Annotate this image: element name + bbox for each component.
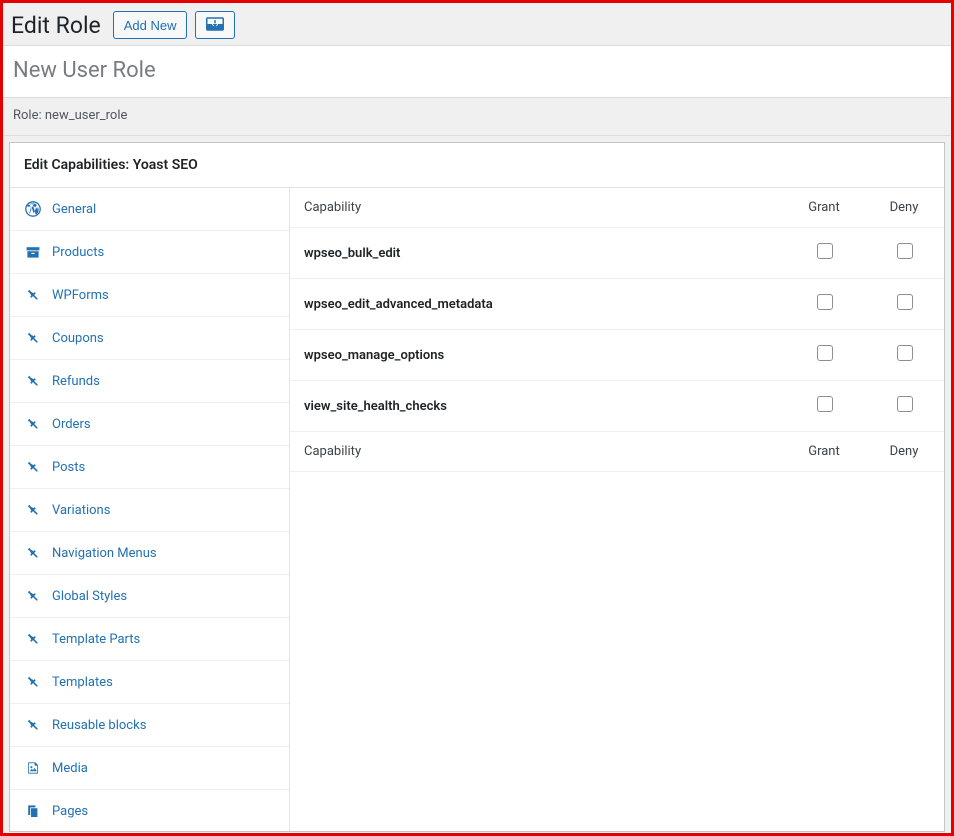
add-new-button[interactable]: Add New — [113, 11, 188, 39]
deny-checkbox[interactable] — [897, 294, 913, 310]
archive-icon — [24, 243, 42, 261]
pin-icon — [24, 673, 42, 691]
table-row: view_site_health_checks — [290, 381, 944, 432]
col-deny-footer: Deny — [864, 432, 944, 472]
app-frame: Edit Role Add New New User Role Role: ne… — [0, 0, 954, 836]
capability-name: wpseo_edit_advanced_metadata — [290, 279, 784, 330]
page-title: Edit Role — [11, 12, 101, 39]
sidebar-item-label: Coupons — [52, 331, 104, 346]
sidebar-item-global-styles[interactable]: Global Styles — [10, 575, 289, 618]
pin-icon — [24, 372, 42, 390]
pin-icon — [24, 501, 42, 519]
sidebar-item-variations[interactable]: Variations — [10, 489, 289, 532]
pin-icon — [24, 630, 42, 648]
capability-group-sidebar: General Products WPForms Coupons Refunds Orde… — [10, 188, 290, 831]
role-slug-label: Role: — [13, 108, 42, 123]
sidebar-item-label: Variations — [52, 503, 110, 518]
grant-checkbox[interactable] — [817, 396, 833, 412]
col-capability-footer: Capability — [290, 432, 784, 472]
sidebar-item-coupons[interactable]: Coupons — [10, 317, 289, 360]
col-grant-footer: Grant — [784, 432, 864, 472]
sidebar-item-media[interactable]: Media — [10, 747, 289, 790]
col-grant: Grant — [784, 188, 864, 228]
pin-icon — [24, 587, 42, 605]
grant-checkbox[interactable] — [817, 345, 833, 361]
sidebar-item-template-parts[interactable]: Template Parts — [10, 618, 289, 661]
pin-icon — [24, 415, 42, 433]
pin-icon — [24, 286, 42, 304]
pages-icon — [24, 802, 42, 820]
capabilities-table-wrapper: Capability Grant Deny wpseo_bulk_editwps… — [290, 188, 944, 831]
capability-name: wpseo_bulk_edit — [290, 228, 784, 279]
sidebar-item-label: Posts — [52, 460, 85, 475]
col-deny: Deny — [864, 188, 944, 228]
sidebar-item-label: Reusable blocks — [52, 718, 146, 733]
capability-name: view_site_health_checks — [290, 381, 784, 432]
sidebar-item-label: Template Parts — [52, 632, 140, 647]
sidebar-item-wpforms[interactable]: WPForms — [10, 274, 289, 317]
table-row: wpseo_manage_options — [290, 330, 944, 381]
deny-checkbox[interactable] — [897, 396, 913, 412]
pin-icon — [24, 544, 42, 562]
pin-icon — [24, 329, 42, 347]
sidebar-item-orders[interactable]: Orders — [10, 403, 289, 446]
inbox-icon — [206, 17, 224, 34]
role-slug: new_user_role — [45, 108, 128, 123]
topbar: Edit Role Add New — [3, 3, 951, 46]
sidebar-item-pages[interactable]: Pages — [10, 790, 289, 831]
media-icon — [24, 759, 42, 777]
pin-icon — [24, 716, 42, 734]
capabilities-panel: Edit Capabilities: Yoast SEO General Prod… — [9, 142, 945, 832]
role-slug-bar: Role: new_user_role — [3, 98, 951, 136]
sidebar-item-label: Global Styles — [52, 589, 127, 604]
import-button[interactable] — [195, 11, 235, 39]
table-row: wpseo_bulk_edit — [290, 228, 944, 279]
deny-checkbox[interactable] — [897, 243, 913, 259]
sidebar-item-label: Navigation Menus — [52, 546, 157, 561]
wordpress-icon — [24, 200, 42, 218]
sidebar-item-templates[interactable]: Templates — [10, 661, 289, 704]
grant-checkbox[interactable] — [817, 243, 833, 259]
sidebar-item-refunds[interactable]: Refunds — [10, 360, 289, 403]
sidebar-item-products[interactable]: Products — [10, 231, 289, 274]
role-display-name: New User Role — [13, 58, 941, 83]
table-row: wpseo_edit_advanced_metadata — [290, 279, 944, 330]
sidebar-item-label: Media — [52, 761, 88, 776]
sidebar-item-label: WPForms — [52, 288, 109, 303]
sidebar-item-label: Pages — [52, 804, 88, 819]
sidebar-item-general[interactable]: General — [10, 188, 289, 231]
grant-checkbox[interactable] — [817, 294, 833, 310]
sidebar-item-label: General — [52, 202, 96, 217]
sidebar-item-label: Templates — [52, 675, 113, 690]
capabilities-table: Capability Grant Deny wpseo_bulk_editwps… — [290, 188, 944, 472]
sidebar-item-posts[interactable]: Posts — [10, 446, 289, 489]
sidebar-item-navigation-menus[interactable]: Navigation Menus — [10, 532, 289, 575]
deny-checkbox[interactable] — [897, 345, 913, 361]
col-capability: Capability — [290, 188, 784, 228]
capabilities-panel-title: Edit Capabilities: Yoast SEO — [10, 143, 944, 188]
sidebar-item-label: Refunds — [52, 374, 100, 389]
sidebar-item-label: Products — [52, 245, 104, 260]
pin-icon — [24, 458, 42, 476]
role-name-bar: New User Role — [3, 46, 951, 98]
capability-name: wpseo_manage_options — [290, 330, 784, 381]
sidebar-item-reusable-blocks[interactable]: Reusable blocks — [10, 704, 289, 747]
sidebar-item-label: Orders — [52, 417, 91, 432]
